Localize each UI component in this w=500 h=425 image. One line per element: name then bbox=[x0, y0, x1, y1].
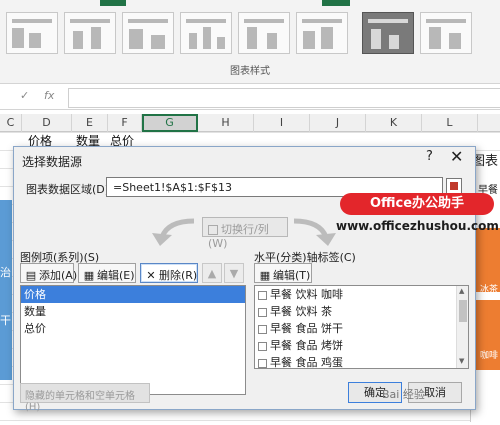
chart-label-left: 治 bbox=[0, 266, 11, 279]
edit-axis-labels-button[interactable]: ▦ 编辑(T) bbox=[254, 263, 312, 283]
series-list[interactable]: 价格 数量 总价 bbox=[20, 285, 246, 395]
column-header[interactable]: K bbox=[366, 114, 422, 132]
chart-style-thumbnail[interactable] bbox=[238, 12, 290, 54]
range-label: 图表数据区域(D): bbox=[26, 183, 113, 196]
column-header[interactable]: I bbox=[254, 114, 310, 132]
category-text: 早餐 食品 烤饼 bbox=[270, 339, 343, 352]
delete-label: 删除(R) bbox=[159, 269, 198, 282]
move-down-button[interactable]: ▼ bbox=[224, 263, 244, 283]
category-text: 早餐 食品 饼干 bbox=[270, 322, 343, 335]
chart-style-thumbnail[interactable] bbox=[420, 12, 472, 54]
category-item[interactable]: 早餐 饮料 咖啡 bbox=[255, 286, 468, 303]
series-item[interactable]: 总价 bbox=[21, 320, 245, 337]
chart-style-thumbnail[interactable] bbox=[180, 12, 232, 54]
chart-label-left: 干 bbox=[0, 314, 11, 327]
column-header[interactable]: H bbox=[198, 114, 254, 132]
chart-bar bbox=[0, 200, 12, 380]
watermark-url: www.officezhushou.com bbox=[336, 219, 499, 233]
add-icon: ▤ bbox=[25, 269, 37, 282]
scroll-down-icon[interactable]: ▼ bbox=[459, 357, 464, 365]
edit-series-button[interactable]: ▦ 编辑(E) bbox=[78, 263, 136, 283]
category-checkbox[interactable] bbox=[258, 324, 267, 334]
chart-style-thumbnail[interactable] bbox=[64, 12, 116, 54]
switch-icon bbox=[208, 225, 218, 235]
chart-data-label: 冰茶 bbox=[480, 285, 499, 295]
column-header[interactable]: C bbox=[0, 114, 22, 132]
add-label: 添加(A) bbox=[39, 269, 78, 282]
edit-icon: ▦ bbox=[83, 269, 95, 282]
category-scrollbar[interactable]: ▲ ▼ bbox=[456, 286, 468, 368]
category-text: 早餐 饮料 咖啡 bbox=[270, 288, 343, 301]
column-header[interactable]: D bbox=[22, 114, 72, 132]
switch-row-column-button[interactable]: 切换行/列(W) bbox=[202, 217, 288, 250]
edit-icon: ▦ bbox=[259, 269, 271, 282]
column-header[interactable]: L bbox=[422, 114, 478, 132]
category-list[interactable]: 早餐 饮料 咖啡 早餐 饮料 茶 早餐 食品 饼干 早餐 食品 烤饼 早餐 食品… bbox=[254, 285, 469, 369]
category-checkbox[interactable] bbox=[258, 341, 267, 351]
series-item[interactable]: 价格 bbox=[21, 286, 245, 303]
move-down-icon: ▼ bbox=[229, 267, 239, 280]
column-header[interactable]: E bbox=[72, 114, 108, 132]
chart-style-thumbnail[interactable] bbox=[296, 12, 348, 54]
help-button[interactable]: ? bbox=[426, 149, 433, 164]
series-item[interactable]: 数量 bbox=[21, 303, 245, 320]
formula-input[interactable] bbox=[68, 88, 500, 108]
arrow-left-icon bbox=[152, 218, 195, 246]
category-text: 早餐 食品 鸡蛋 bbox=[270, 356, 343, 369]
add-series-button[interactable]: ▤ 添加(A) bbox=[20, 263, 78, 283]
chart-style-thumbnail[interactable] bbox=[362, 12, 414, 54]
category-text: 早餐 饮料 茶 bbox=[270, 305, 332, 318]
delete-icon: ✕ bbox=[146, 269, 156, 282]
axis-edit-label: 编辑(T) bbox=[273, 269, 311, 282]
column-header[interactable]: J bbox=[310, 114, 366, 132]
chart-style-thumbnail[interactable] bbox=[6, 12, 58, 54]
formula-bar: ✓ fx bbox=[0, 86, 500, 110]
column-headers: C D E F G H I J K L bbox=[0, 114, 500, 132]
column-header[interactable]: F bbox=[108, 114, 142, 132]
edit-label: 编辑(E) bbox=[97, 269, 135, 282]
watermark-bottom: Bai 经验 bbox=[382, 388, 425, 401]
category-checkbox[interactable] bbox=[258, 358, 267, 368]
ribbon: 图表样式 bbox=[0, 0, 500, 84]
ribbon-accent-bar bbox=[100, 0, 126, 6]
chart-data-label: 咖啡 bbox=[480, 351, 499, 361]
hidden-empty-cells-button[interactable]: 隐藏的单元格和空单元格(H) bbox=[20, 383, 150, 413]
watermark-brand: Office办公助手 bbox=[340, 193, 494, 215]
ribbon-group-label: 图表样式 bbox=[230, 66, 270, 77]
category-checkbox[interactable] bbox=[258, 307, 267, 317]
ribbon-accent-bar bbox=[322, 0, 350, 6]
move-up-icon: ▲ bbox=[207, 267, 217, 280]
formula-bar-controls: ✓ fx bbox=[0, 89, 64, 107]
close-icon[interactable]: ✕ bbox=[450, 147, 463, 166]
arrow-right-icon bbox=[293, 218, 336, 246]
select-data-source-dialog: 选择数据源 ? ✕ 图表数据区域(D): =Sheet1!$A$1:$F$13 … bbox=[13, 146, 476, 413]
fx-icon[interactable]: fx bbox=[44, 89, 54, 102]
category-item[interactable]: 早餐 饮料 茶 bbox=[255, 303, 468, 320]
category-item[interactable]: 早餐 食品 饼干 bbox=[255, 320, 468, 337]
range-select-icon[interactable] bbox=[446, 178, 462, 194]
scroll-up-icon[interactable]: ▲ bbox=[459, 287, 464, 295]
chart-style-thumbnail[interactable] bbox=[122, 12, 174, 54]
confirm-icon[interactable]: ✓ bbox=[20, 89, 29, 102]
category-checkbox[interactable] bbox=[258, 290, 267, 300]
category-item[interactable]: 早餐 食品 鸡蛋 bbox=[255, 354, 468, 369]
delete-series-button[interactable]: ✕ 删除(R) bbox=[140, 263, 198, 283]
category-item[interactable]: 早餐 食品 烤饼 bbox=[255, 337, 468, 354]
scroll-thumb[interactable] bbox=[459, 300, 467, 322]
move-up-button[interactable]: ▲ bbox=[202, 263, 222, 283]
dialog-title: 选择数据源 bbox=[22, 155, 83, 169]
active-cell-outline bbox=[142, 114, 198, 132]
